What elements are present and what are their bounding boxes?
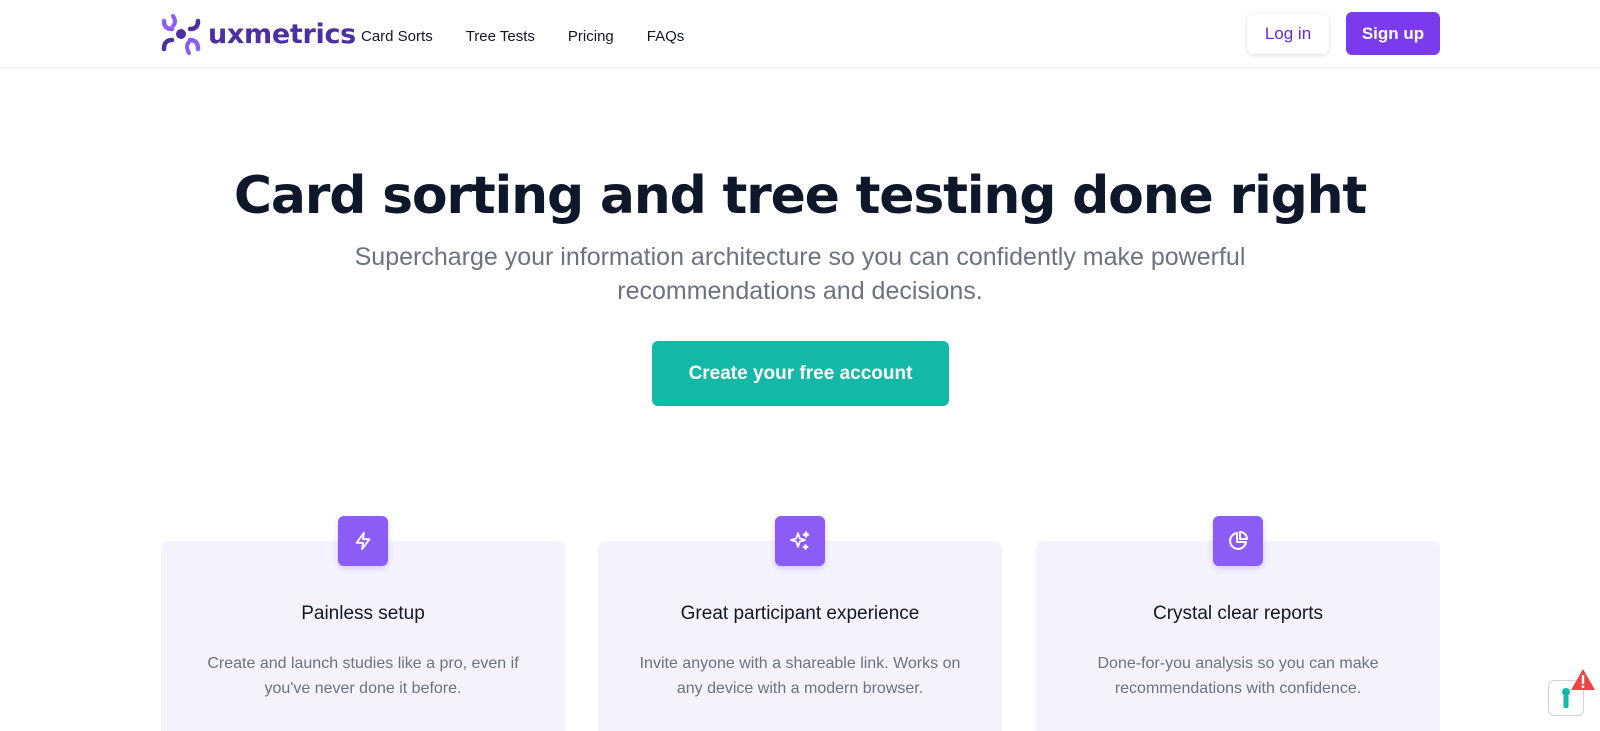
pie-chart-icon — [1213, 516, 1263, 566]
feature-title: Great participant experience — [680, 603, 920, 624]
feature-description: Invite anyone with a shareable link. Wor… — [639, 655, 961, 697]
sparkles-icon — [775, 516, 825, 566]
login-button[interactable]: Log in — [1247, 14, 1329, 54]
feature-card-participant: Great participant experience Invite anyo… — [598, 516, 1002, 731]
uxmetrics-logo-icon — [161, 14, 201, 55]
feature-description: Done-for-you analysis so you can make re… — [1097, 655, 1379, 697]
feature-title: Crystal clear reports — [1153, 603, 1323, 624]
logo-text: uxmetrics — [208, 18, 356, 50]
nav-pricing[interactable]: Pricing — [568, 28, 614, 45]
hero-subtitle: Supercharge your information architectur… — [354, 243, 1246, 305]
nav-faqs[interactable]: FAQs — [647, 28, 685, 45]
feature-card-reports: Crystal clear reports Done-for-you analy… — [1036, 516, 1440, 731]
site-header: uxmetrics Card Sorts Tree Tests Pricing … — [0, 0, 1600, 68]
warning-icon — [1571, 669, 1595, 690]
logo-link[interactable]: uxmetrics — [160, 13, 356, 55]
feature-title: Painless setup — [301, 603, 425, 624]
feature-description: Create and launch studies like a pro, ev… — [207, 655, 519, 697]
feature-card-setup: Painless setup Create and launch studies… — [161, 516, 565, 731]
nav-tree-tests[interactable]: Tree Tests — [466, 28, 535, 45]
main-nav: Card Sorts Tree Tests Pricing FAQs — [361, 0, 717, 72]
lightning-bolt-icon — [338, 516, 388, 566]
nav-card-sorts[interactable]: Card Sorts — [361, 28, 433, 45]
signup-button[interactable]: Sign up — [1346, 12, 1440, 55]
hero-title: Card sorting and tree testing done right — [233, 166, 1367, 226]
create-account-button[interactable]: Create your free account — [652, 341, 949, 406]
